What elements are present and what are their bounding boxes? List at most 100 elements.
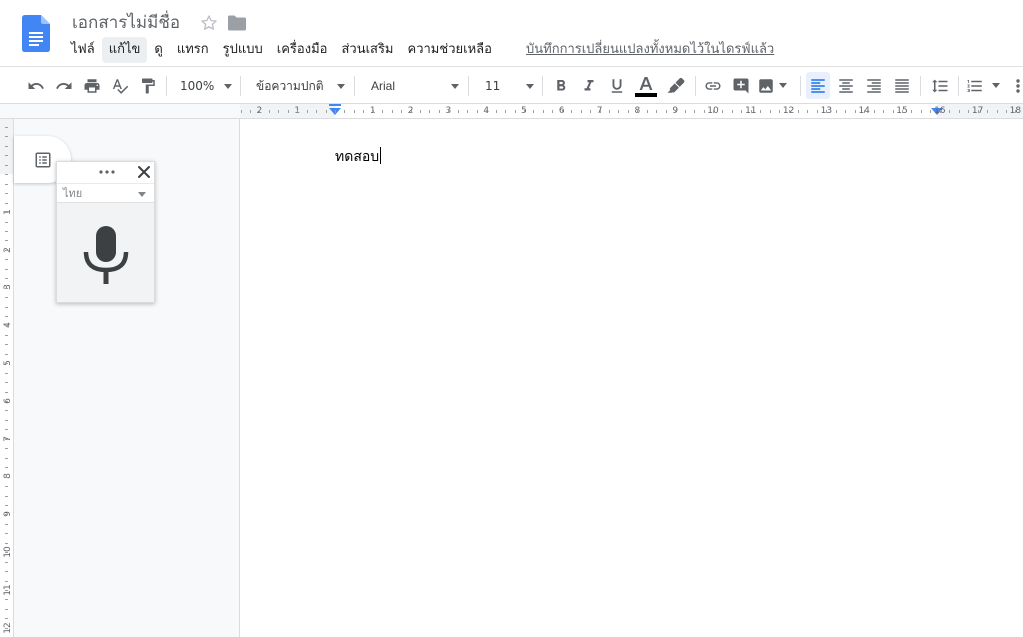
ruler-tick (5, 240, 8, 241)
align-left-button[interactable] (806, 72, 830, 99)
docs-logo-icon[interactable] (22, 15, 50, 52)
text-color-button[interactable] (633, 67, 659, 104)
save-status-link[interactable]: บันทึกการเปลี่ยนแปลงทั้งหมดไว้ในไดรฟ์แล้… (526, 38, 774, 62)
star-icon[interactable] (199, 13, 219, 33)
ruler-tick (5, 571, 8, 572)
numbered-list-icon (967, 79, 982, 92)
print-button[interactable] (80, 67, 104, 104)
font-size-select[interactable]: 11 (485, 73, 534, 99)
ruler-tick (987, 110, 988, 113)
ruler-tick (5, 316, 8, 317)
zoom-select[interactable]: 100% (180, 73, 232, 99)
undo-button[interactable] (24, 67, 48, 104)
microphone-icon[interactable] (82, 224, 130, 286)
ruler-tick (241, 110, 242, 113)
paragraph-style-value: ข้อความปกติ (256, 78, 324, 93)
first-line-indent-marker[interactable] (329, 104, 341, 106)
menu-item-0[interactable]: ไฟล์ (64, 37, 102, 63)
menu-item-1[interactable]: แก้ไข (101, 37, 148, 63)
align-center-button[interactable] (834, 67, 858, 104)
undo-icon (28, 81, 44, 89)
line-spacing-button[interactable] (928, 67, 952, 104)
toolbar-separator (240, 76, 241, 96)
ruler-tick (5, 250, 8, 251)
ruler-tick (363, 110, 364, 113)
folder-icon[interactable] (227, 14, 247, 32)
zoom-value: 100% (180, 79, 215, 93)
voice-more-button[interactable] (97, 165, 117, 179)
more-options-button[interactable] (1012, 67, 1023, 104)
ruler-tick (874, 110, 875, 113)
ruler-tick (883, 110, 884, 113)
ruler-tick (732, 110, 733, 113)
ruler-tick (600, 110, 601, 113)
ruler-tick (5, 486, 8, 487)
underline-icon (611, 78, 623, 93)
document-title[interactable]: เอกสารไม่มีชื่อ (72, 11, 180, 35)
ruler-tick (1006, 110, 1007, 113)
ruler-number: 8 (3, 473, 13, 479)
voice-language-select[interactable]: ไทย (57, 183, 154, 203)
ruler-tick (656, 110, 657, 113)
ruler-tick (5, 146, 8, 147)
ruler-tick (486, 110, 487, 113)
ruler-tick (921, 110, 922, 113)
ruler-tick (997, 110, 998, 113)
paragraph-style-select[interactable]: ข้อความปกติ (256, 73, 345, 99)
ruler-tick (637, 110, 638, 113)
menu-item-4[interactable]: รูปแบบ (216, 37, 270, 63)
more-vert-icon (1016, 78, 1020, 93)
ruler-tick (959, 110, 960, 113)
insert-link-button[interactable] (701, 67, 725, 104)
highlight-color-button[interactable] (664, 67, 688, 104)
insert-image-button[interactable] (757, 67, 793, 104)
ruler-tick (439, 110, 440, 113)
ruler-tick (373, 110, 374, 113)
paint-format-button[interactable] (136, 67, 160, 104)
toolbar-separator (920, 76, 921, 96)
ruler-tick (5, 335, 8, 336)
ruler-tick (5, 269, 8, 270)
ruler-tick (5, 184, 8, 185)
chevron-down-icon (138, 192, 146, 197)
bold-button[interactable] (549, 67, 573, 104)
spellcheck-button[interactable] (108, 67, 132, 104)
ruler-tick (760, 110, 761, 113)
ruler-tick (250, 110, 251, 113)
close-icon[interactable] (136, 164, 152, 180)
underline-button[interactable] (605, 67, 629, 104)
italic-button[interactable] (577, 67, 601, 104)
ruler-tick (259, 110, 260, 113)
chevron-down-icon (337, 84, 345, 89)
menu-item-6[interactable]: ส่วนเสริม (334, 37, 400, 63)
numbered-list-button[interactable] (966, 67, 1008, 104)
add-comment-button[interactable] (729, 67, 753, 104)
ruler-tick (297, 110, 298, 113)
menu-item-3[interactable]: แทรก (170, 37, 216, 63)
voice-typing-header[interactable] (57, 162, 154, 183)
redo-button[interactable] (52, 67, 76, 104)
ruler-tick (5, 410, 8, 411)
ruler-tick (571, 110, 572, 113)
align-right-icon (867, 78, 881, 93)
menu-item-5[interactable]: เครื่องมือ (270, 37, 335, 63)
ruler-tick (5, 496, 8, 497)
font-family-select[interactable]: Arial (371, 73, 459, 99)
toolbar-separator (354, 76, 355, 96)
menu-item-7[interactable]: ความช่วยเหลือ (401, 37, 499, 63)
ruler-tick (5, 155, 8, 156)
ruler-tick (5, 373, 8, 374)
document-body-text[interactable]: ทดสอบ (335, 147, 382, 167)
align-right-button[interactable] (862, 67, 886, 104)
horizontal-ruler[interactable]: 21123456789101112131415161718 (240, 104, 1023, 119)
menu-item-2[interactable]: ดู (147, 37, 169, 63)
ruler-tick (590, 110, 591, 113)
ruler-tick (5, 325, 8, 326)
document-page[interactable]: ทดสอบ (239, 119, 1023, 637)
ruler-tick (751, 110, 752, 113)
vertical-ruler[interactable]: 1 2 3 4 5 6 7 8 9 10 11 12 (0, 119, 14, 637)
ruler-tick (685, 110, 686, 113)
align-justify-button[interactable] (890, 67, 914, 104)
toolbar-separator (166, 76, 167, 96)
toolbar-separator (542, 76, 543, 96)
